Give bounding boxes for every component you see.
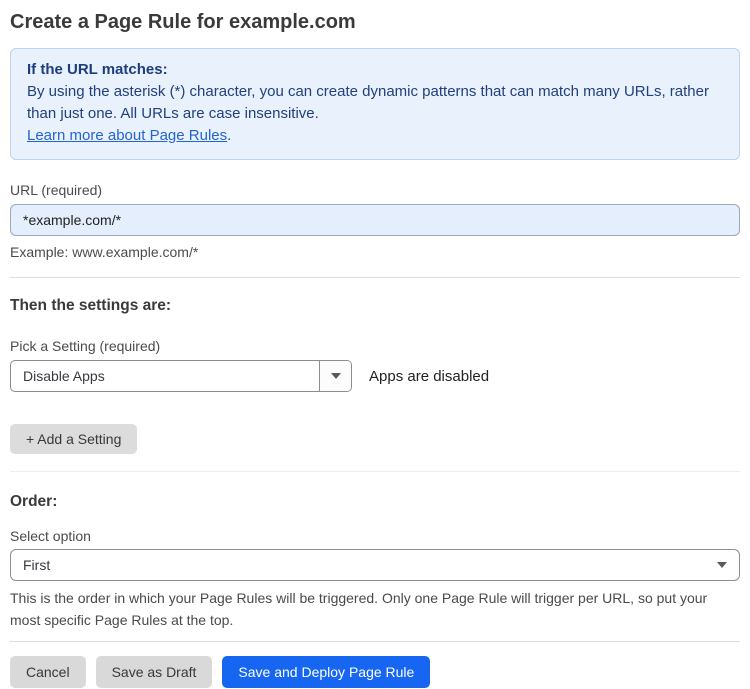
- setting-select[interactable]: Disable Apps: [10, 360, 352, 392]
- url-example-helper: Example: www.example.com/*: [10, 244, 199, 260]
- divider: [10, 277, 740, 278]
- caret-down-icon: [330, 373, 341, 379]
- order-helper-text: This is the order in which your Page Rul…: [10, 590, 708, 628]
- divider: [10, 641, 740, 642]
- info-box-heading: If the URL matches:: [27, 61, 168, 78]
- order-select-label: Select option: [10, 528, 91, 544]
- setting-select-value: Disable Apps: [23, 368, 105, 384]
- info-box-body: By using the asterisk (*) character, you…: [27, 83, 709, 122]
- order-select[interactable]: First: [10, 549, 740, 581]
- settings-section-heading: Then the settings are:: [10, 297, 172, 314]
- save-and-deploy-button[interactable]: Save and Deploy Page Rule: [222, 656, 431, 688]
- learn-more-link[interactable]: Learn more about Page Rules: [27, 127, 227, 144]
- order-section-heading: Order:: [10, 493, 58, 510]
- setting-status-text: Apps are disabled: [369, 367, 490, 385]
- info-box-link-line: Learn more about Page Rules.: [27, 125, 723, 147]
- action-buttons-row: Cancel Save as Draft Save and Deploy Pag…: [10, 656, 740, 688]
- cancel-button[interactable]: Cancel: [10, 656, 86, 688]
- setting-select-arrow-button[interactable]: [319, 361, 351, 391]
- link-suffix: .: [227, 127, 232, 144]
- divider: [10, 471, 740, 472]
- page-title: Create a Page Rule for example.com: [10, 11, 356, 33]
- url-field-label: URL (required): [10, 182, 103, 198]
- url-input[interactable]: [10, 204, 740, 236]
- order-select-value: First: [23, 557, 51, 573]
- url-match-info-box: If the URL matches: By using the asteris…: [10, 48, 740, 160]
- add-setting-button[interactable]: + Add a Setting: [10, 424, 138, 454]
- setting-row: Disable Apps Apps are disabled: [10, 360, 740, 392]
- save-as-draft-button[interactable]: Save as Draft: [95, 656, 213, 688]
- pick-setting-label: Pick a Setting (required): [10, 338, 161, 354]
- caret-down-icon: [717, 562, 727, 568]
